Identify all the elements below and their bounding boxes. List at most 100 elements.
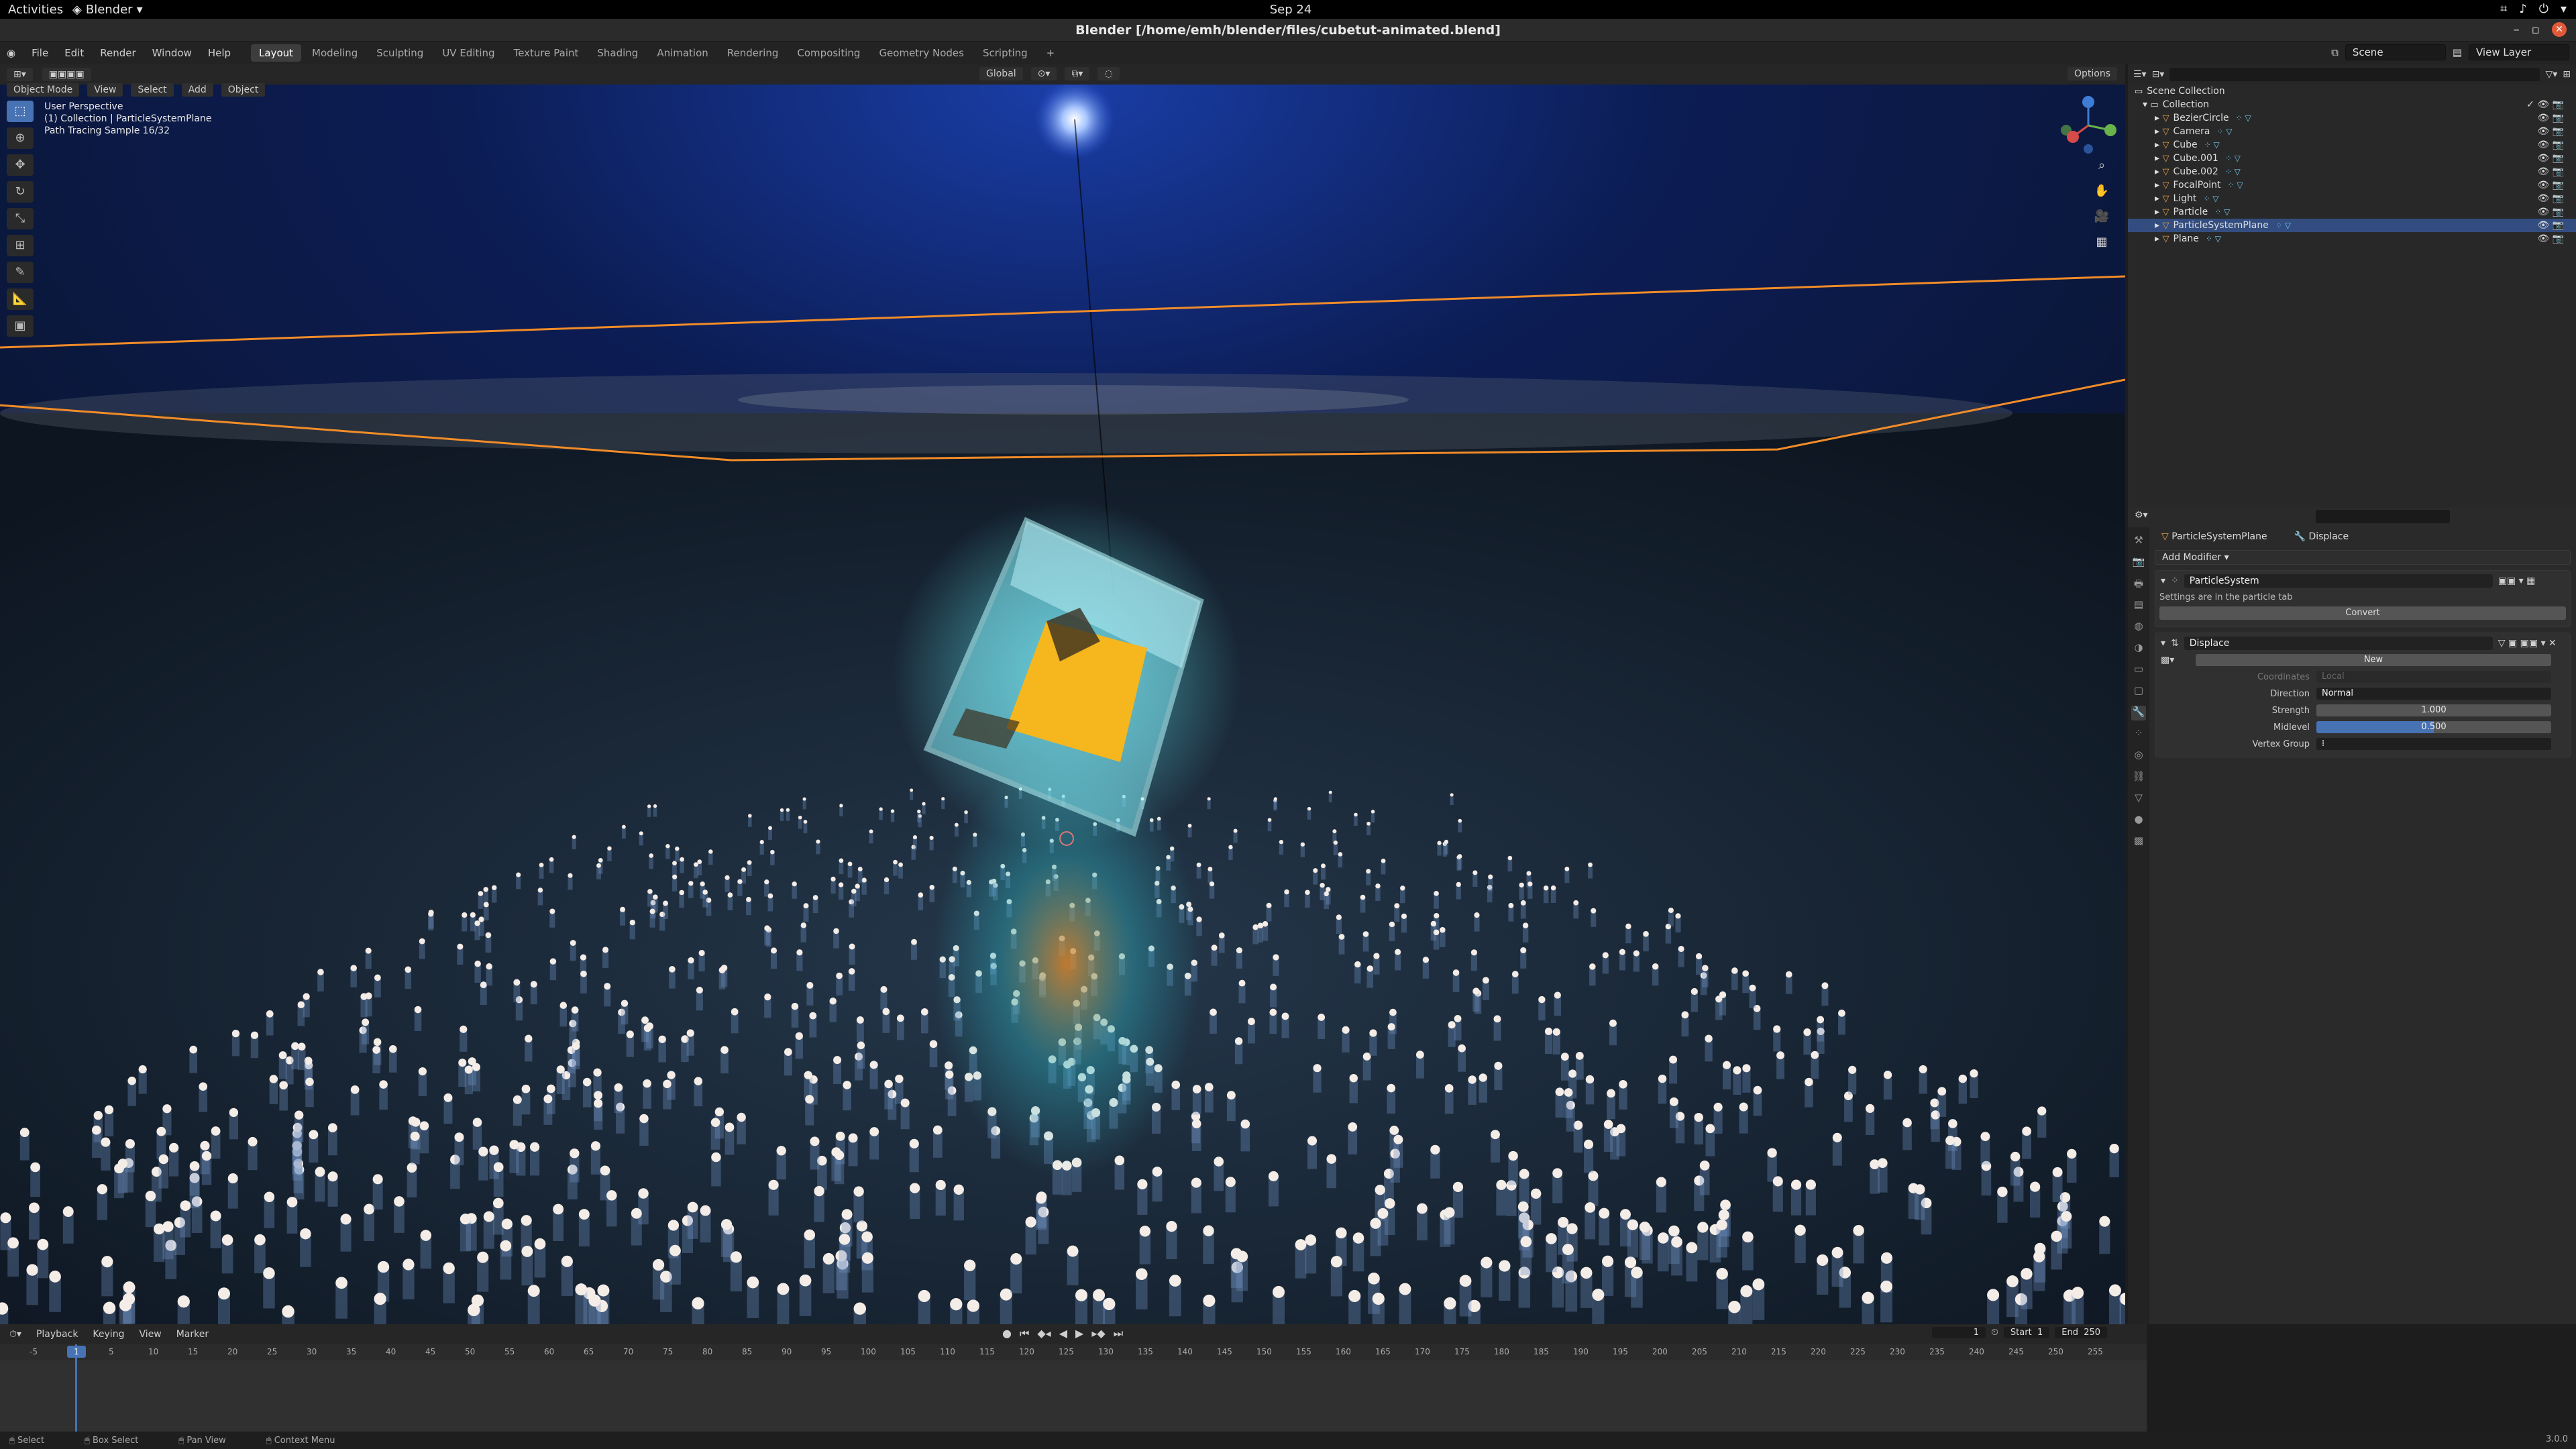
cursor-tool[interactable]: ⊕: [7, 127, 34, 149]
display-mode-icon[interactable]: ⊟▾: [2152, 69, 2165, 80]
tab-shading[interactable]: Shading: [589, 44, 646, 62]
transform-orientation[interactable]: Global: [979, 67, 1023, 80]
displace-modifier-name[interactable]: Displace: [2184, 637, 2493, 650]
tab-rendering[interactable]: Rendering: [719, 44, 787, 62]
tab-animation[interactable]: Animation: [649, 44, 716, 62]
chevron-right-icon[interactable]: ▸: [2155, 113, 2162, 123]
chevron-down-icon[interactable]: ▾: [2161, 576, 2165, 586]
properties-editor-icon[interactable]: ⚙▾: [2135, 510, 2148, 521]
add-cube-tool[interactable]: ▣: [7, 315, 34, 337]
visibility-eye-icon[interactable]: 👁 📷: [2537, 180, 2564, 191]
render-tab-icon[interactable]: 📷: [2131, 555, 2146, 570]
material-tab-icon[interactable]: ●: [2131, 813, 2146, 828]
outliner-item[interactable]: ▸ ▽ ParticleSystemPlane ⁘ ▽ 👁 📷: [2128, 219, 2576, 232]
physics-tab-icon[interactable]: ◎: [2131, 749, 2146, 763]
play-reverse-icon[interactable]: ◀: [1059, 1327, 1067, 1340]
add-modifier-button[interactable]: Add Modifier ▾: [2155, 550, 2571, 565]
select-mode-buttons[interactable]: ▣▣▣▣: [42, 68, 91, 81]
properties-editor[interactable]: ⚙▾ ⚒ 📷 🖶 ▤ ◍ ◑ ▭ ▢ 🔧 ⁘ ◎ ⛓ ▽ ● ▩ ▽ Parti…: [2128, 507, 2576, 1324]
blender-logo-icon[interactable]: ◉: [7, 47, 15, 59]
visibility-eye-icon[interactable]: 👁 📷: [2537, 193, 2564, 204]
ortho-grid-icon[interactable]: ▦: [2092, 235, 2112, 252]
end-frame-field[interactable]: End 250: [2055, 1327, 2108, 1338]
playhead-frame[interactable]: 1: [67, 1346, 86, 1358]
outliner-item[interactable]: ▸ ▽ Camera ⁘ ▽ 👁 📷: [2128, 125, 2576, 138]
view-layer-selector[interactable]: View Layer: [2469, 44, 2569, 60]
app-menu[interactable]: ◈ Blender ▾: [72, 3, 143, 17]
outliner-search-input[interactable]: [2169, 68, 2540, 81]
close-button[interactable]: ✕: [2552, 22, 2567, 37]
menu-window[interactable]: Window: [152, 47, 192, 59]
outliner-item[interactable]: ▸ ▽ Cube.001 ⁘ ▽ 👁 📷: [2128, 152, 2576, 165]
timeline-menu-playback[interactable]: Playback: [36, 1329, 78, 1340]
visibility-eye-icon[interactable]: ✓ 👁 📷: [2526, 99, 2564, 110]
tab-scripting[interactable]: Scripting: [975, 44, 1036, 62]
midlevel-slider[interactable]: 0.500: [2316, 721, 2551, 733]
collection-tab-icon[interactable]: ▭: [2131, 663, 2146, 678]
transform-tool[interactable]: ⊞: [7, 235, 34, 256]
tab-geometry-nodes[interactable]: Geometry Nodes: [871, 44, 972, 62]
tab-modeling[interactable]: Modeling: [304, 44, 366, 62]
outliner-item[interactable]: ▸ ▽ Cube.002 ⁘ ▽ 👁 📷: [2128, 165, 2576, 178]
chevron-right-icon[interactable]: ▸: [2155, 166, 2162, 177]
scene-collection-row[interactable]: ▭ Scene Collection: [2128, 85, 2576, 98]
timeline-menu-marker[interactable]: Marker: [176, 1329, 209, 1340]
vertex-group-field[interactable]: ⁞: [2316, 738, 2551, 750]
move-tool[interactable]: ✥: [7, 154, 34, 176]
chevron-right-icon[interactable]: ▸: [2155, 140, 2162, 150]
3d-viewport[interactable]: User Perspective (1) Collection | Partic…: [0, 85, 2125, 1324]
viewport-menu-add[interactable]: Add: [181, 83, 213, 97]
pan-hand-icon[interactable]: ✋: [2092, 184, 2112, 201]
chevron-right-icon[interactable]: ▸: [2155, 153, 2162, 164]
properties-search-input[interactable]: [2316, 510, 2450, 523]
record-icon[interactable]: ●: [1002, 1327, 1012, 1340]
menu-render[interactable]: Render: [100, 47, 136, 59]
outliner-item[interactable]: ▸ ▽ Light ⁘ ▽ 👁 📷: [2128, 192, 2576, 205]
constraints-tab-icon[interactable]: ⛓: [2131, 770, 2146, 785]
collection-row[interactable]: ▾ ▭ Collection ✓ 👁 📷: [2128, 98, 2576, 111]
menu-file[interactable]: File: [32, 47, 48, 59]
viewport-menu-view[interactable]: View: [87, 83, 123, 97]
modifier-tab-icon[interactable]: 🔧: [2131, 706, 2146, 720]
tab-texture-paint[interactable]: Texture Paint: [506, 44, 587, 62]
menu-help[interactable]: Help: [208, 47, 231, 59]
strength-field[interactable]: 1.000: [2316, 704, 2551, 716]
frame-ruler[interactable]: -505101520253035404550556065707580859095…: [0, 1344, 2147, 1360]
snap-button[interactable]: ⧉▾: [1065, 67, 1090, 80]
visibility-eye-icon[interactable]: 👁 📷: [2537, 233, 2564, 244]
outliner[interactable]: ☰▾ ⊟▾ ▽▾ ⊞ ▭ Scene Collection ▾ ▭ Collec…: [2128, 64, 2576, 507]
coordinates-dropdown[interactable]: Local: [2316, 671, 2551, 683]
chevron-right-icon[interactable]: ▸: [2155, 193, 2162, 204]
new-collection-icon[interactable]: ⊞: [2563, 69, 2571, 80]
outliner-item[interactable]: ▸ ▽ BezierCircle ⁘ ▽ 👁 📷: [2128, 111, 2576, 125]
viewport-menu-object[interactable]: Object: [221, 83, 266, 97]
texture-tab-icon[interactable]: ▩: [2131, 835, 2146, 849]
visibility-eye-icon[interactable]: 👁 📷: [2537, 220, 2564, 231]
next-key-icon[interactable]: ▸◆: [1091, 1327, 1105, 1340]
scale-tool[interactable]: ⤡: [7, 208, 34, 229]
object-tab-icon[interactable]: ▢: [2131, 684, 2146, 699]
filter-icon[interactable]: ▽▾: [2545, 69, 2557, 80]
outliner-item[interactable]: ▸ ▽ Particle ⁘ ▽ 👁 📷: [2128, 205, 2576, 219]
tab-layout[interactable]: Layout: [251, 44, 302, 62]
chevron-down-icon[interactable]: ▾: [2161, 638, 2165, 649]
timeline[interactable]: -505101520253035404550556065707580859095…: [0, 1344, 2147, 1432]
system-tray[interactable]: ⌗ ♪ ⏻ ▾: [2500, 2, 2567, 16]
output-tab-icon[interactable]: 🖶: [2131, 577, 2146, 592]
toggle-render-icons[interactable]: ▣▣ ▾ ▦: [2498, 576, 2536, 586]
select-box-tool[interactable]: ⬚: [7, 101, 34, 122]
data-tab-icon[interactable]: ▽: [2131, 792, 2146, 806]
particles-tab-icon[interactable]: ⁘: [2131, 727, 2146, 742]
zoom-icon[interactable]: ⌕: [2092, 158, 2112, 176]
chevron-right-icon[interactable]: ▸: [2155, 126, 2162, 137]
visibility-eye-icon[interactable]: 👁 📷: [2537, 153, 2564, 164]
pivot-point-button[interactable]: ⊙▾: [1030, 67, 1057, 80]
rotate-tool[interactable]: ↻: [7, 181, 34, 203]
tool-tab-icon[interactable]: ⚒: [2131, 534, 2146, 549]
jump-start-icon[interactable]: ⏮: [1020, 1327, 1029, 1340]
particle-modifier-name[interactable]: ParticleSystem: [2184, 574, 2493, 588]
object-mode-dropdown[interactable]: Object Mode: [7, 83, 80, 97]
navigation-gizmo[interactable]: [2058, 95, 2118, 156]
visibility-eye-icon[interactable]: 👁 📷: [2537, 126, 2564, 137]
world-tab-icon[interactable]: ◑: [2131, 641, 2146, 656]
